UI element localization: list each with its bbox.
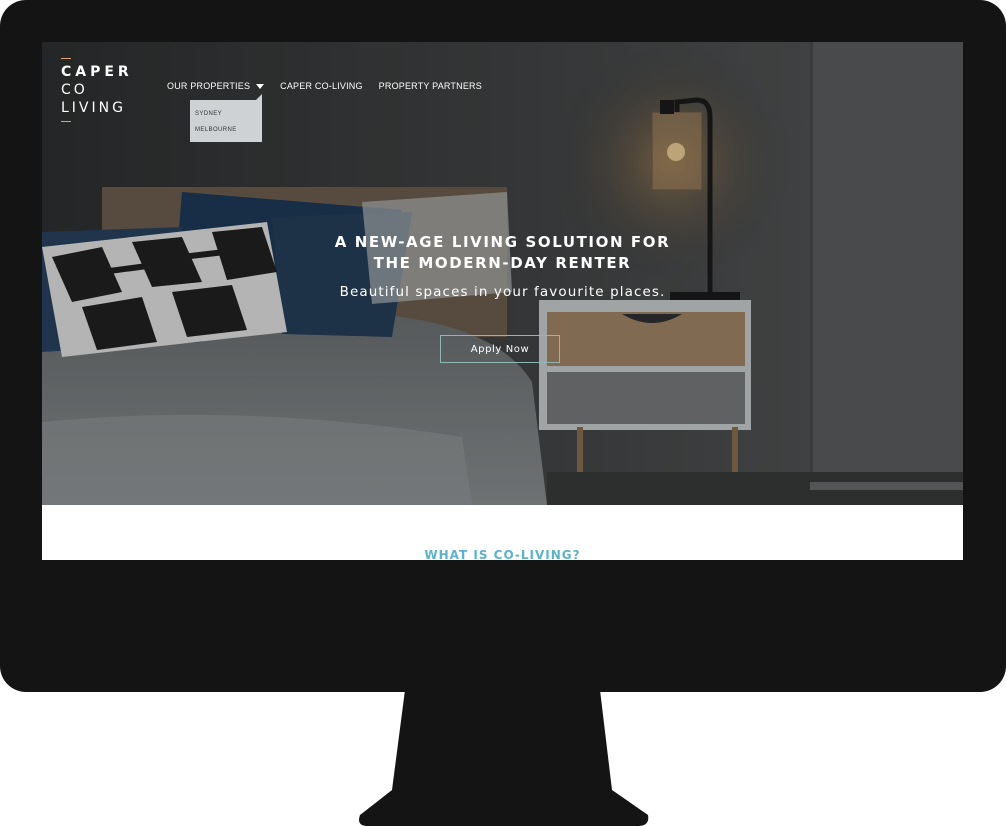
logo-line-3: LIVING bbox=[61, 100, 126, 116]
site-logo[interactable]: CAPER CO LIVING bbox=[61, 56, 133, 122]
properties-dropdown-menu: SYDNEY MELBOURNE bbox=[190, 94, 262, 142]
apply-now-button[interactable]: Apply Now bbox=[440, 335, 560, 363]
caret-down-icon bbox=[256, 83, 265, 89]
nav-our-properties[interactable]: OUR PROPERTIES bbox=[167, 81, 265, 91]
hero-headline: A NEW-AGE LIVING SOLUTION FOR THE MODERN… bbox=[42, 232, 963, 274]
hero-headline-line-2: THE MODERN-DAY RENTER bbox=[373, 254, 632, 272]
nav-property-partners[interactable]: PROPERTY PARTNERS bbox=[379, 81, 482, 91]
browser-viewport: CAPER CO LIVING OUR PROPERTIES CAPER CO-… bbox=[42, 42, 963, 560]
hero-section: CAPER CO LIVING OUR PROPERTIES CAPER CO-… bbox=[42, 42, 963, 505]
dropdown-item-sydney[interactable]: SYDNEY bbox=[195, 111, 222, 117]
main-nav: OUR PROPERTIES CAPER CO-LIVING PROPERTY … bbox=[167, 81, 498, 91]
logo-accent-bar bbox=[61, 58, 71, 59]
nav-caper-co-living[interactable]: CAPER CO-LIVING bbox=[280, 81, 363, 91]
section-title-what-is-co-living: WHAT IS CO-LIVING? bbox=[424, 548, 581, 560]
logo-line-1: CAPER bbox=[61, 64, 133, 80]
logo-accent-bar-bottom bbox=[61, 121, 71, 122]
dropdown-item-melbourne[interactable]: MELBOURNE bbox=[195, 127, 237, 133]
nav-our-properties-label: OUR PROPERTIES bbox=[167, 81, 251, 91]
hero-headline-line-1: A NEW-AGE LIVING SOLUTION FOR bbox=[334, 233, 671, 251]
hero-subheadline: Beautiful spaces in your favourite place… bbox=[339, 284, 666, 300]
logo-line-2: CO bbox=[61, 82, 88, 98]
hero-copy: A NEW-AGE LIVING SOLUTION FOR THE MODERN… bbox=[42, 232, 963, 300]
